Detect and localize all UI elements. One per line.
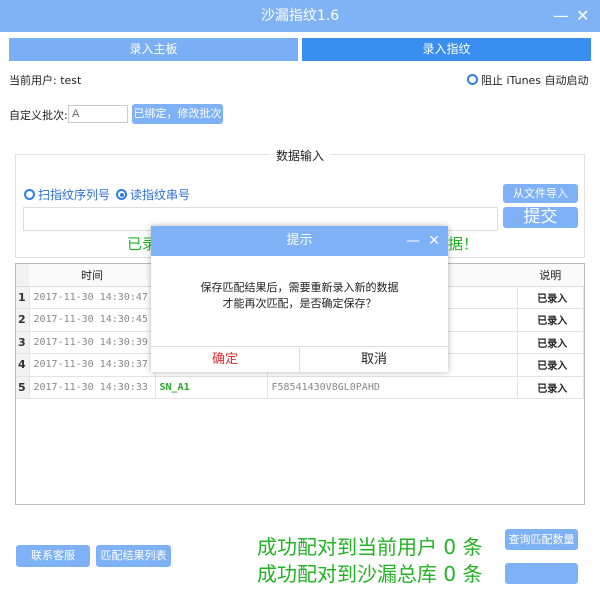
confirm-dialog: 提示 — ✕ 保存匹配结果后，需要重新录入新的数据 才能再次匹配，是否确定保存？ … xyxy=(151,226,448,372)
query-match-button[interactable]: 查询匹配数量 xyxy=(505,529,578,550)
current-user-value: test xyxy=(60,74,82,87)
minimize-icon[interactable]: — xyxy=(553,0,569,32)
group-title: 数据输入 xyxy=(270,147,331,164)
dialog-ok-button[interactable]: 确定 xyxy=(151,347,300,372)
dialog-minimize-icon[interactable]: — xyxy=(406,226,420,256)
cell-time: 2017-11-30 14:30:33 xyxy=(29,376,156,399)
radio-icon xyxy=(24,189,35,200)
cell-note: 已录入 xyxy=(517,286,584,309)
cell-note: 已录入 xyxy=(517,308,584,332)
change-batch-button[interactable]: 已绑定，修改批次 xyxy=(132,104,223,124)
cell-time: 2017-11-30 14:30:37 xyxy=(29,353,156,377)
tab-enter-mainboard[interactable]: 录入主板 xyxy=(9,38,298,61)
cell-3: F58541430V8GL0PAHD xyxy=(267,376,518,399)
cell-note: 已录入 xyxy=(517,353,584,377)
row-number: 4 xyxy=(16,353,30,377)
radio-selected-icon xyxy=(116,189,127,200)
cell-time: 2017-11-30 14:30:47 xyxy=(29,286,156,309)
dialog-title: 提示 xyxy=(286,233,313,248)
dialog-cancel-button[interactable]: 取消 xyxy=(300,347,448,372)
match-total-count: 成功配对到沙漏总库 0 条 xyxy=(257,562,483,586)
col-note: 说明 xyxy=(517,264,584,287)
match-results-button[interactable]: 匹配结果列表 xyxy=(96,545,171,567)
close-icon[interactable]: ✕ xyxy=(576,0,589,32)
batch-label: 自定义批次: xyxy=(9,109,68,122)
window-title: 沙漏指纹1.6 xyxy=(260,8,340,24)
radio-icon xyxy=(467,74,478,85)
row-number: 2 xyxy=(16,308,30,332)
row-number: 1 xyxy=(16,286,30,309)
radio-scan-serial[interactable]: 扫指纹序列号 xyxy=(24,186,110,203)
submit-button[interactable]: 提交 xyxy=(503,207,578,228)
batch-input[interactable] xyxy=(68,105,128,123)
contact-support-button[interactable]: 联系客服 xyxy=(16,545,90,567)
cell-2: SN_A1 xyxy=(155,376,268,399)
match-user-count: 成功配对到当前用户 0 条 xyxy=(257,535,483,559)
itunes-block-radio[interactable]: 阻止 iTunes 自动启动 xyxy=(467,72,589,88)
row-number: 3 xyxy=(16,331,30,354)
tab-enter-fingerprint[interactable]: 录入指纹 xyxy=(302,38,591,61)
cell-time: 2017-11-30 14:30:39 xyxy=(29,331,156,354)
radio-read-serial[interactable]: 读指纹串号 xyxy=(116,186,190,203)
dialog-close-icon[interactable]: ✕ xyxy=(428,226,440,256)
row-number: 5 xyxy=(16,376,30,399)
status-text-right: 据！ xyxy=(448,235,479,253)
table-row[interactable]: 5 2017-11-30 14:30:33 SN_A1 F58541430V8GL0P… xyxy=(16,376,584,399)
cell-time: 2017-11-30 14:30:45 xyxy=(29,308,156,332)
dialog-title-bar: 提示 — ✕ xyxy=(151,226,448,256)
current-user: 当前用户: test xyxy=(9,74,82,87)
dialog-message: 保存匹配结果后，需要重新录入新的数据 才能再次匹配，是否确定保存？ xyxy=(200,281,399,310)
footer-action-button[interactable] xyxy=(505,563,578,584)
cell-note: 已录入 xyxy=(517,376,584,399)
col-time: 时间 xyxy=(29,264,155,287)
title-bar: 沙漏指纹1.6 xyxy=(0,0,600,32)
cell-note: 已录入 xyxy=(517,331,584,354)
import-file-button[interactable]: 从文件导入 xyxy=(503,184,578,203)
